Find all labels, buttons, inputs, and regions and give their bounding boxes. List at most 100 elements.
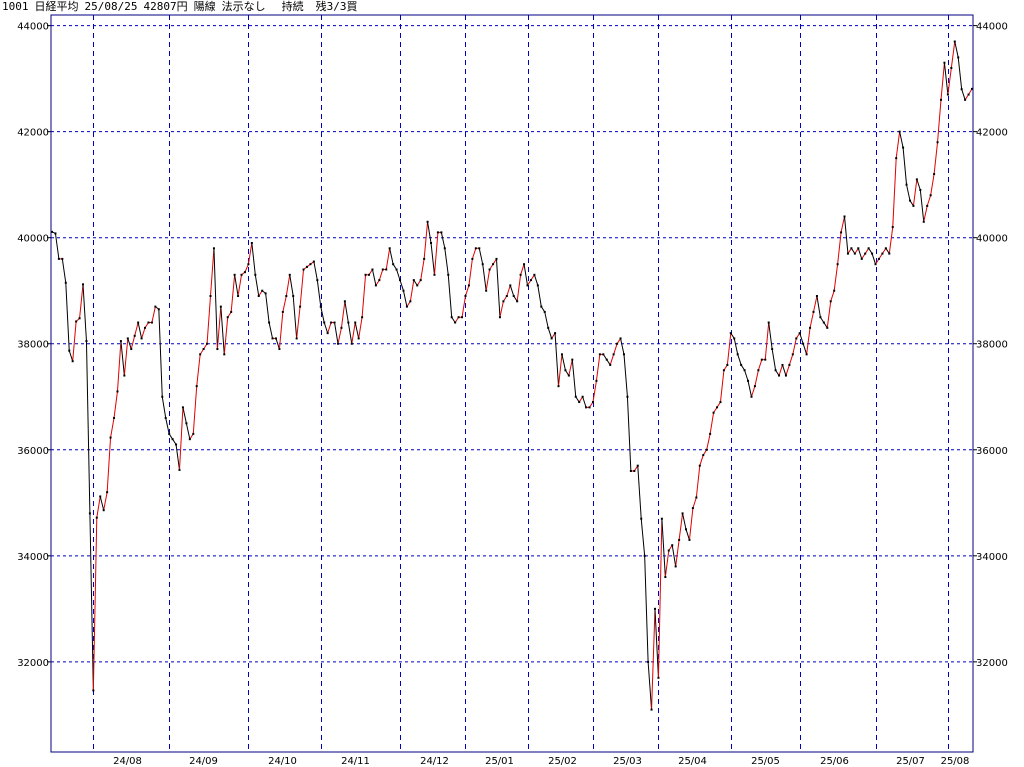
price-point xyxy=(68,349,71,352)
y-tick-label-right: 44000 xyxy=(976,22,1008,33)
price-point xyxy=(664,576,667,579)
price-point xyxy=(471,257,474,260)
price-point xyxy=(609,363,612,366)
price-point xyxy=(629,469,632,472)
price-point xyxy=(967,93,970,96)
price-point xyxy=(264,292,267,295)
price-point xyxy=(895,157,898,160)
x-tick-label: 24/11 xyxy=(341,756,370,767)
price-point xyxy=(461,316,464,319)
price-point xyxy=(181,406,184,409)
price-point xyxy=(702,454,705,457)
price-point xyxy=(392,263,395,266)
price-point xyxy=(591,401,594,404)
price-point xyxy=(950,67,953,70)
price-point xyxy=(474,247,477,250)
price-point xyxy=(957,56,960,59)
price-point xyxy=(447,273,450,276)
price-point xyxy=(157,308,160,311)
price-point xyxy=(881,252,884,255)
x-tick-label: 25/01 xyxy=(485,756,514,767)
price-point xyxy=(660,517,663,520)
x-tick-label: 25/03 xyxy=(613,756,642,767)
price-point xyxy=(54,232,57,235)
price-point xyxy=(385,268,388,271)
price-point xyxy=(550,337,553,340)
price-point xyxy=(784,374,787,377)
price-point xyxy=(795,337,798,340)
price-point xyxy=(78,317,81,320)
price-point xyxy=(946,93,949,96)
price-point xyxy=(409,300,412,303)
price-point xyxy=(478,247,481,250)
price-point xyxy=(678,538,681,541)
price-point xyxy=(760,358,763,361)
price-point xyxy=(567,374,570,377)
price-point xyxy=(302,268,305,271)
price-point xyxy=(82,283,85,286)
price-point xyxy=(323,321,326,324)
price-point xyxy=(492,263,495,266)
price-point xyxy=(585,406,588,409)
price-point xyxy=(936,141,939,144)
price-point xyxy=(709,432,712,435)
price-point xyxy=(495,257,498,260)
price-point xyxy=(750,395,753,398)
price-point xyxy=(688,538,691,541)
price-point xyxy=(271,337,274,340)
price-point xyxy=(571,358,574,361)
price-point xyxy=(95,516,98,519)
price-point xyxy=(891,226,894,229)
price-point xyxy=(771,348,774,351)
price-point xyxy=(240,273,243,276)
price-point xyxy=(640,517,643,520)
price-point xyxy=(864,252,867,255)
price-point xyxy=(953,40,956,43)
x-tick-label: 25/06 xyxy=(820,756,849,767)
price-point xyxy=(488,268,491,271)
price-point xyxy=(419,279,422,282)
price-point xyxy=(726,363,729,366)
price-point xyxy=(137,321,140,324)
price-point xyxy=(753,385,756,388)
price-point xyxy=(206,342,209,345)
y-tick-label-left: 42000 xyxy=(17,128,49,139)
price-point xyxy=(333,321,336,324)
price-point xyxy=(364,273,367,276)
price-point xyxy=(605,358,608,361)
x-tick-label: 25/05 xyxy=(751,756,780,767)
price-point xyxy=(309,263,312,266)
price-point xyxy=(254,273,257,276)
price-point xyxy=(357,337,360,340)
price-point xyxy=(657,676,660,679)
price-point xyxy=(230,310,233,313)
price-point xyxy=(85,340,88,343)
price-point xyxy=(399,279,402,282)
price-point xyxy=(877,257,880,260)
price-point xyxy=(395,268,398,271)
price-point xyxy=(119,340,122,343)
price-point xyxy=(860,257,863,260)
price-point xyxy=(685,528,688,531)
price-point xyxy=(798,332,801,335)
price-point xyxy=(633,469,636,472)
price-point xyxy=(64,281,67,284)
price-point xyxy=(457,316,460,319)
x-tick-label: 24/08 xyxy=(113,756,142,767)
price-point xyxy=(237,295,240,298)
price-point xyxy=(123,374,126,377)
price-point xyxy=(378,279,381,282)
price-point xyxy=(295,337,298,340)
price-point xyxy=(188,438,191,441)
price-point xyxy=(161,395,164,398)
price-point xyxy=(361,316,364,319)
price-point xyxy=(354,321,357,324)
price-point xyxy=(698,464,701,467)
price-point xyxy=(402,289,405,292)
price-point xyxy=(874,263,877,266)
price-point xyxy=(330,321,333,324)
price-point xyxy=(536,284,539,287)
price-point xyxy=(939,98,942,101)
price-point xyxy=(691,507,694,510)
price-point xyxy=(802,342,805,345)
